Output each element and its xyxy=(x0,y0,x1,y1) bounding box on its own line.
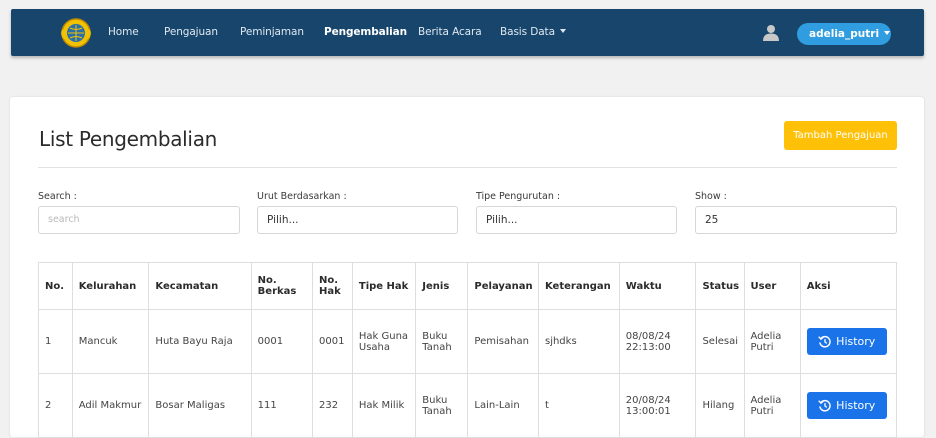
cell-tipe-hak: Hak Guna Usaha xyxy=(351,309,417,374)
cell-pelayanan: Pemisahan xyxy=(467,309,539,374)
cell-no: 1 xyxy=(38,309,73,374)
header-keterangan: Keterangan xyxy=(537,262,620,310)
header-jenis: Jenis xyxy=(415,262,469,310)
cell-aksi: History xyxy=(799,373,898,438)
nav-pengajuan[interactable]: Pengajuan xyxy=(164,26,218,38)
cell-kecamatan: Huta Bayu Raja xyxy=(148,309,252,374)
nav-berita-acara[interactable]: Berita Acara xyxy=(418,26,482,38)
cell-keterangan: sjhdks xyxy=(537,309,620,374)
cell-no-berkas: 111 xyxy=(250,373,314,438)
header-user: User xyxy=(743,262,801,310)
table-row: 2 Adil Makmur Bosar Maligas 111 232 Hak … xyxy=(38,373,898,438)
cell-no-berkas: 0001 xyxy=(250,309,314,374)
nav-basis-data-label: Basis Data xyxy=(500,26,555,38)
history-icon xyxy=(818,399,831,412)
cell-kelurahan: Mancuk xyxy=(71,309,150,374)
header-no-hak: No. Hak xyxy=(312,262,353,310)
header-kecamatan: Kecamatan xyxy=(148,262,252,310)
nav-home[interactable]: Home xyxy=(108,26,139,38)
pengembalian-table: No. Kelurahan Kecamatan No. Berkas No. H… xyxy=(38,262,898,438)
header-kelurahan: Kelurahan xyxy=(71,262,150,310)
table-row: 1 Mancuk Huta Bayu Raja 0001 0001 Hak Gu… xyxy=(38,309,898,374)
caret-down-icon xyxy=(884,31,891,35)
nav-peminjaman[interactable]: Peminjaman xyxy=(240,26,304,38)
cell-jenis: Buku Tanah xyxy=(415,309,469,374)
user-name: adelia_putri xyxy=(809,28,880,40)
sort-type-select[interactable]: Pilih... xyxy=(476,206,677,234)
top-navbar: Home Pengajuan Peminjaman Pengembalian B… xyxy=(11,9,924,56)
header-aksi: Aksi xyxy=(799,262,898,310)
header-no: No. xyxy=(38,262,73,310)
logo-emblem-icon[interactable] xyxy=(59,16,93,50)
history-button[interactable]: History xyxy=(806,328,887,355)
cell-status: Hilang xyxy=(695,373,745,438)
nav-basis-data[interactable]: Basis Data xyxy=(500,26,566,38)
search-label: Search : xyxy=(38,191,77,202)
user-icon xyxy=(763,25,779,41)
header-tipe-hak: Tipe Hak xyxy=(351,262,417,310)
caret-down-icon xyxy=(559,29,566,33)
cell-kelurahan: Adil Makmur xyxy=(71,373,150,438)
show-select[interactable]: 25 xyxy=(695,206,897,234)
history-button-label: History xyxy=(836,399,876,412)
cell-status: Selesai xyxy=(695,309,745,374)
cell-pelayanan: Lain-Lain xyxy=(467,373,539,438)
sort-by-label: Urut Berdasarkan : xyxy=(257,191,347,202)
cell-keterangan: t xyxy=(537,373,620,438)
cell-jenis: Buku Tanah xyxy=(415,373,469,438)
header-status: Status xyxy=(695,262,745,310)
cell-user: Adelia Putri xyxy=(743,309,801,374)
cell-no: 2 xyxy=(38,373,73,438)
header-waktu: Waktu xyxy=(618,262,697,310)
cell-tipe-hak: Hak Milik xyxy=(351,373,417,438)
user-menu-button[interactable]: adelia_putri xyxy=(797,23,891,45)
cell-no-hak: 0001 xyxy=(312,309,353,374)
table-header-row: No. Kelurahan Kecamatan No. Berkas No. H… xyxy=(38,262,898,310)
add-pengajuan-button[interactable]: Tambah Pengajuan xyxy=(784,121,897,150)
history-button-label: History xyxy=(836,335,876,348)
sort-type-label: Tipe Pengurutan : xyxy=(476,191,561,202)
cell-waktu: 08/08/24 22:13:00 xyxy=(618,309,697,374)
search-input[interactable]: search xyxy=(38,206,240,234)
sort-by-select[interactable]: Pilih... xyxy=(257,206,458,234)
cell-kecamatan: Bosar Maligas xyxy=(148,373,252,438)
history-button[interactable]: History xyxy=(806,392,887,419)
cell-waktu: 20/08/24 13:00:01 xyxy=(618,373,697,438)
divider xyxy=(38,167,897,168)
header-no-berkas: No. Berkas xyxy=(250,262,314,310)
cell-user: Adelia Putri xyxy=(743,373,801,438)
page-title: List Pengembalian xyxy=(39,127,218,151)
history-icon xyxy=(818,335,831,348)
nav-pengembalian[interactable]: Pengembalian xyxy=(324,26,407,38)
show-label: Show : xyxy=(695,191,727,202)
cell-no-hak: 232 xyxy=(312,373,353,438)
header-pelayanan: Pelayanan xyxy=(467,262,539,310)
cell-aksi: History xyxy=(799,309,898,374)
